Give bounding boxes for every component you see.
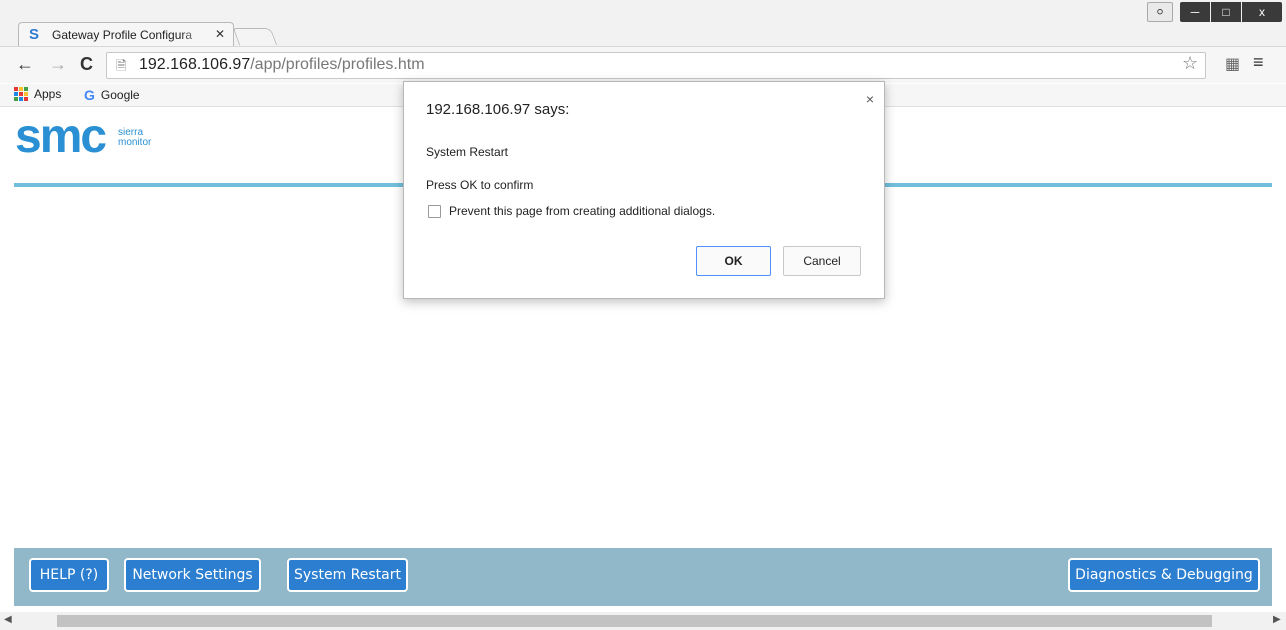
google-icon: G [84,87,95,103]
chrome-menu-icon[interactable]: ≡ [1253,52,1264,73]
tab-title: Gateway Profile Configura [52,28,193,42]
cancel-button[interactable]: Cancel [783,246,861,276]
prevent-dialogs-checkbox[interactable] [428,205,441,218]
logo-sub-text: sierra monitor [118,128,151,148]
browser-toolbar: ← → C 🗎 192.168.106.97/app/profiles/prof… [0,47,1286,83]
window-close-icon[interactable]: x [1242,2,1282,22]
ok-button[interactable]: OK [696,246,771,276]
reload-icon[interactable]: C [80,54,93,75]
user-profile-icon[interactable]: ⚪ [1147,2,1173,22]
bookmark-apps[interactable]: Apps [14,87,61,101]
bookmark-star-icon[interactable]: ☆ [1182,53,1198,74]
confirm-dialog: 192.168.106.97 says: × System Restart Pr… [403,81,885,299]
dialog-confirm-text: Press OK to confirm [426,178,534,192]
page-icon: 🗎 [116,58,127,73]
forward-arrow-icon[interactable]: → [49,54,67,75]
browser-titlebar: S Gateway Profile Configura ✕ ⚪ ─ □ x [0,0,1286,47]
dialog-title: 192.168.106.97 says: [426,101,570,118]
tab-close-icon[interactable]: ✕ [215,27,225,41]
diagnostics-debugging-button[interactable]: Diagnostics & Debugging [1068,558,1260,592]
footer-nav-bar: HELP (?) Network Settings System Restart… [14,548,1272,606]
help-button[interactable]: HELP (?) [29,558,109,592]
logo-sub-line2: monitor [118,137,152,148]
back-arrow-icon[interactable]: ← [16,54,34,75]
bookmark-apps-label: Apps [34,87,62,101]
smc-favicon-icon: S [29,26,40,43]
url-text[interactable]: 192.168.106.97/app/profiles/profiles.htm [139,56,425,74]
minimize-icon[interactable]: ─ [1180,2,1210,22]
system-restart-button[interactable]: System Restart [287,558,408,592]
maximize-icon[interactable]: □ [1211,2,1241,22]
scroll-thumb[interactable] [57,615,1212,627]
logo-main-text: smc [15,110,107,163]
dialog-message: System Restart [426,145,509,159]
smc-logo: smc sierra monitor [15,110,151,163]
new-tab-button[interactable] [232,28,278,45]
bookmark-google[interactable]: G Google [84,87,140,103]
dialog-close-icon[interactable]: × [866,91,874,107]
prevent-dialogs-label[interactable]: Prevent this page from creating addition… [449,204,715,218]
url-path: /app/profiles/profiles.htm [250,56,425,73]
bookmark-google-label: Google [100,88,140,102]
scroll-right-arrow-icon[interactable]: ▶ [1273,614,1281,625]
apps-grid-icon [14,87,28,101]
extension-icon[interactable]: ▦ [1225,54,1240,74]
browser-tab[interactable]: S Gateway Profile Configura ✕ [18,22,234,46]
horizontal-scrollbar[interactable]: ◀ ▶ [0,612,1286,630]
scroll-left-arrow-icon[interactable]: ◀ [4,614,12,625]
network-settings-button[interactable]: Network Settings [124,558,261,592]
address-bar[interactable]: 🗎 192.168.106.97/app/profiles/profiles.h… [106,52,1206,79]
url-host: 192.168.106.97 [139,56,251,73]
